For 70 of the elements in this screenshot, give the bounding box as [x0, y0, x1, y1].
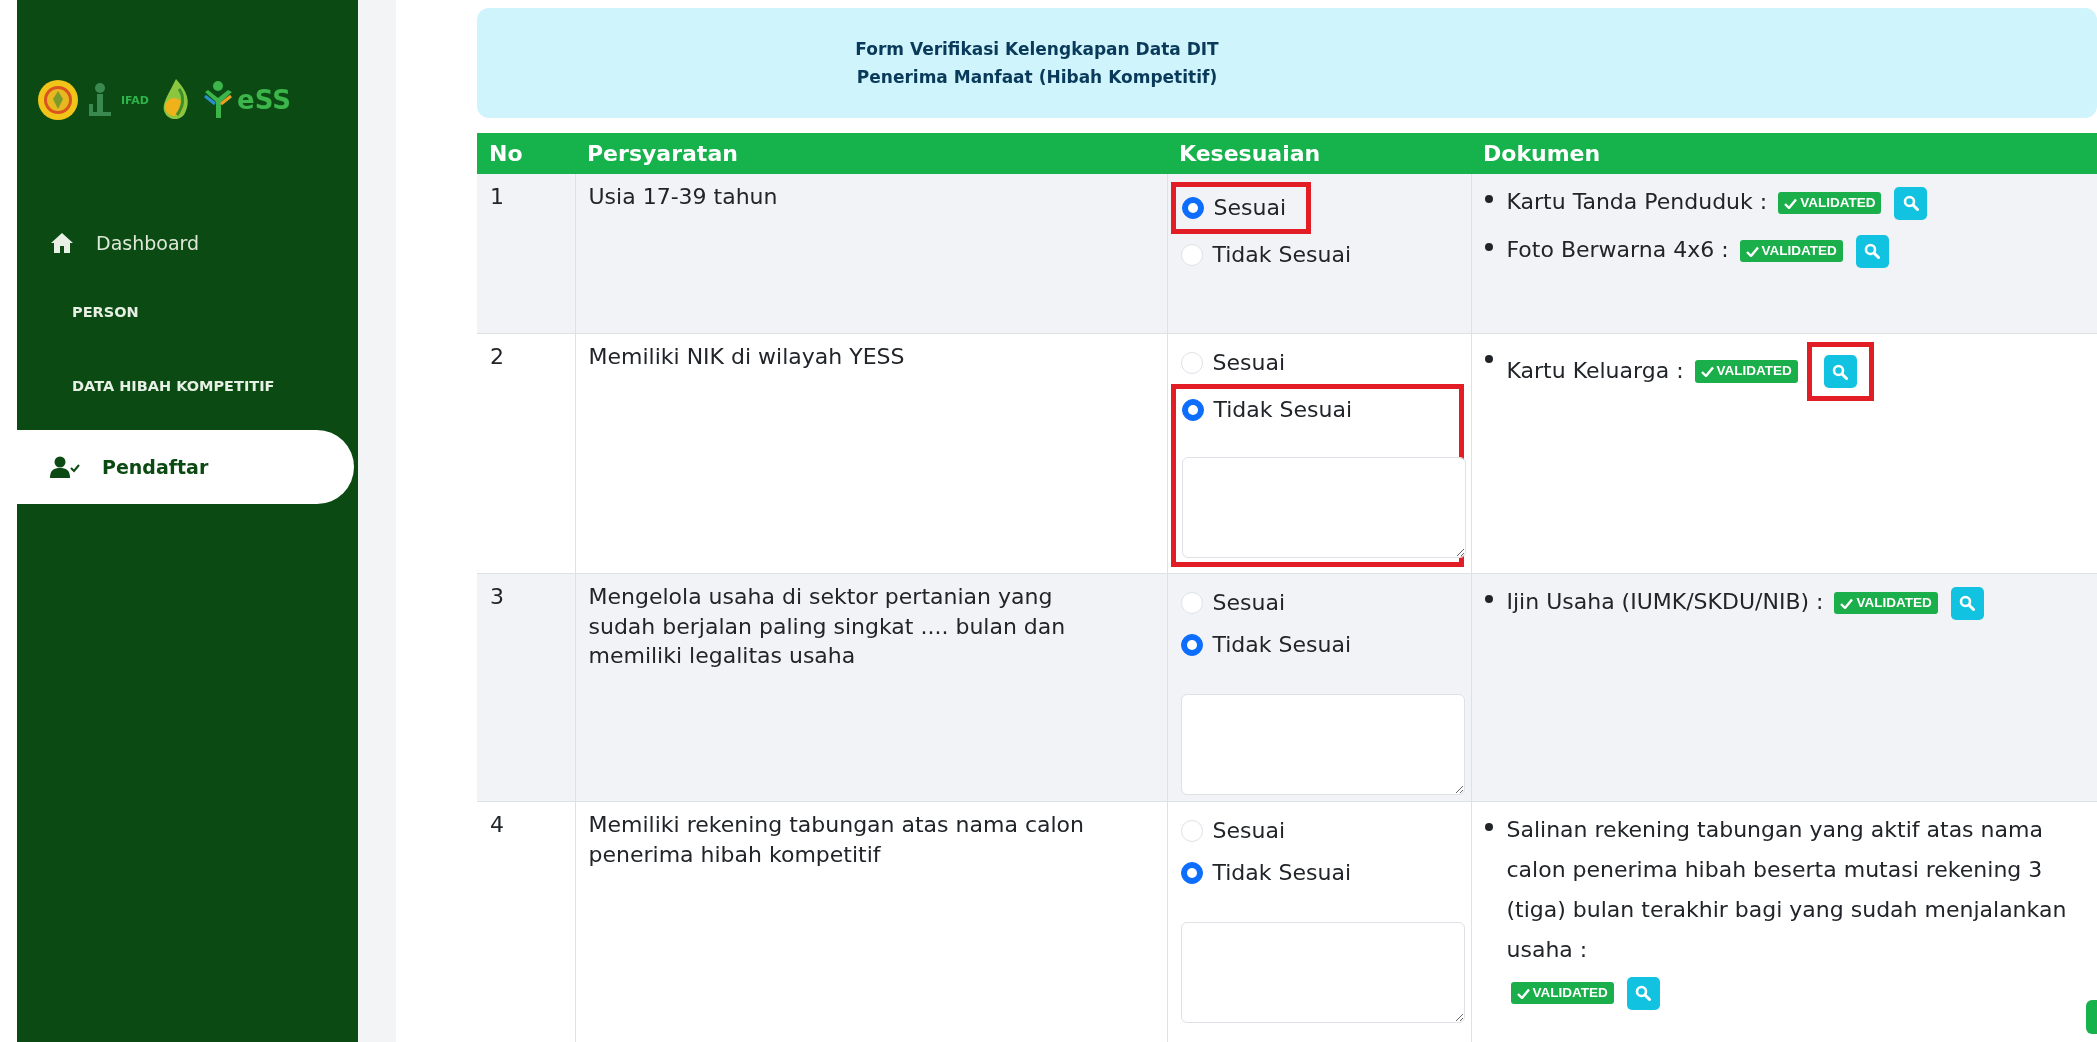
option-label: Sesuai	[1212, 817, 1285, 846]
badge-label: VALIDATED	[1761, 242, 1837, 260]
table-cell: 2	[477, 333, 575, 574]
search-icon	[1864, 243, 1881, 259]
search-button[interactable]	[1894, 186, 1928, 220]
option-label: Sesuai	[1212, 349, 1285, 378]
form-title: Form Verifikasi Kelengkapan Data DIT	[855, 38, 1219, 61]
document-name: Salinan rekening tabungan yang aktif atas nama calon penerima hibah beserta mutasi rekening 3 (tiga) bulan terakhir bagi yang sudah menjalankan usaha :	[1506, 816, 2068, 964]
search-icon	[1635, 985, 1652, 1001]
document-name: Foto Berwarna 4x6 :	[1506, 237, 1729, 262]
emblem-icon	[37, 79, 79, 121]
bullet-icon	[1484, 823, 1493, 831]
option-label: Tidak Sesuai	[1212, 859, 1352, 888]
search-button[interactable]	[1823, 355, 1857, 388]
search-button[interactable]	[1950, 586, 1984, 620]
document-name: Kartu Keluarga :	[1506, 357, 1684, 383]
document-name: Kartu Tanda Penduduk :	[1506, 189, 1768, 214]
form-title: Penerima Manfaat (Hibah Kompetitif)	[856, 66, 1218, 89]
logo-text: IFAD	[121, 94, 149, 106]
option-label: Tidak Sesuai	[1212, 631, 1352, 660]
bullet-icon	[1484, 243, 1493, 251]
nav-link[interactable]: PERSON	[17, 276, 358, 350]
search-button[interactable]	[1626, 976, 1660, 1010]
column-header: No	[477, 133, 575, 174]
user-check-icon	[50, 456, 80, 478]
option-label: Tidak Sesuai	[1212, 241, 1352, 270]
option-label: Sesuai	[1212, 589, 1285, 618]
bullet-icon	[1484, 195, 1493, 203]
table-cell: Usia 17-39 tahun	[575, 174, 1167, 334]
option-label: Sesuai	[1213, 194, 1286, 223]
column-header: Dokumen	[1471, 133, 2097, 174]
figure-icon	[203, 80, 233, 120]
radio-button[interactable]	[1181, 399, 1204, 421]
check-icon	[1700, 366, 1714, 377]
table-cell: Memiliki NIK di wilayah YESS	[575, 333, 1167, 574]
table-cell: Mengelola usaha di sektor pertanian yang sudah berjalan paling singkat .... bulan dan memiliki legalitas usaha	[575, 573, 1167, 802]
home-icon	[50, 232, 74, 254]
badge-label: VALIDATED	[1800, 194, 1876, 212]
column-header: Kesesuaian	[1167, 133, 1471, 174]
option-label: Tidak Sesuai	[1213, 396, 1353, 425]
table-cell: 3	[477, 573, 575, 802]
bullet-icon	[1484, 355, 1493, 363]
check-icon	[1840, 597, 1854, 609]
table-cell: 1	[477, 174, 575, 334]
search-icon	[1902, 195, 1919, 211]
radio-button[interactable]	[1180, 634, 1203, 656]
search-icon	[1832, 363, 1849, 380]
nav-link[interactable]: Pendaftar	[17, 430, 354, 504]
check-icon	[1516, 987, 1530, 999]
badge-label: VALIDATED	[1856, 594, 1932, 612]
note-field[interactable]	[1180, 922, 1465, 1023]
table-cell: Memiliki rekening tabungan atas nama calon penerima hibah kompetitif	[575, 801, 1167, 1042]
check-icon	[1745, 245, 1759, 257]
table-cell: 4	[477, 801, 575, 1042]
badge-label: VALIDATED	[1716, 363, 1792, 380]
floating-button[interactable]	[2086, 1000, 2097, 1034]
search-icon	[1959, 595, 1976, 611]
bullet-icon	[1484, 595, 1493, 603]
check-icon	[1784, 197, 1798, 209]
search-button[interactable]	[1855, 234, 1889, 268]
column-header: Persyaratan	[575, 133, 1167, 174]
document-name: Ijin Usaha (IUMK/SKDU/NIB) :	[1506, 589, 1824, 614]
note-field[interactable]	[1181, 457, 1466, 558]
radio-button[interactable]	[1180, 862, 1203, 884]
nav-link[interactable]: Dashboard	[17, 210, 358, 276]
radio-button[interactable]	[1181, 197, 1204, 219]
logo-text: eSS	[237, 87, 291, 113]
note-field[interactable]	[1180, 694, 1465, 795]
badge-label: VALIDATED	[1532, 984, 1608, 1002]
nav-link[interactable]: DATA HIBAH KOMPETITIF	[17, 350, 358, 424]
